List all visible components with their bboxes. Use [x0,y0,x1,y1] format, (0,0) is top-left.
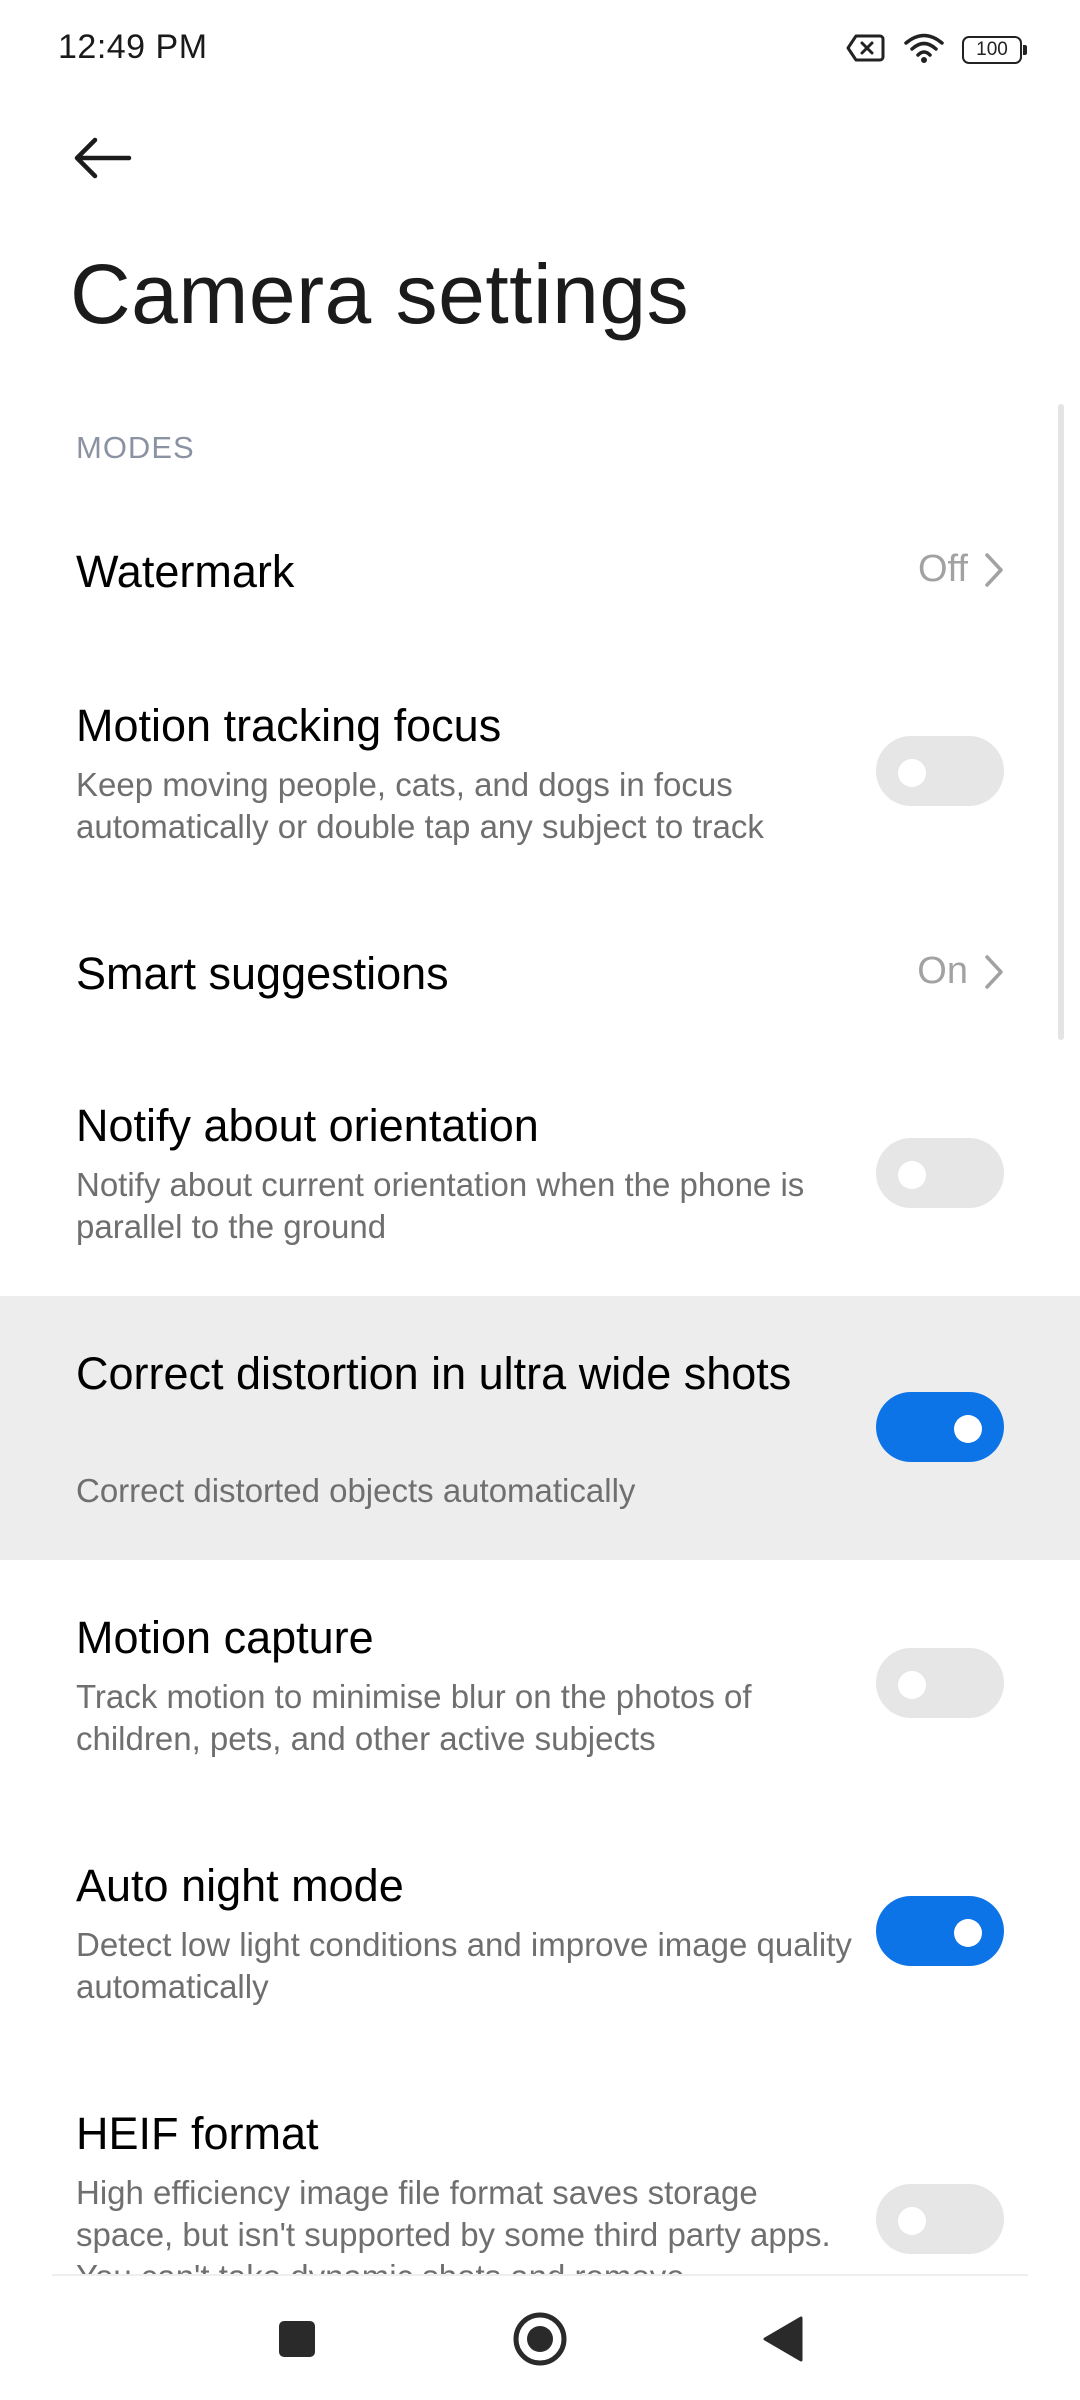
setting-notify-orientation[interactable]: Notify about orientation Notify about cu… [0,1078,1080,1258]
setting-description: Keep moving people, cats, and dogs in fo… [76,766,764,845]
setting-heif-format[interactable]: HEIF format High efficiency image file f… [0,2084,1080,2274]
camera-settings-screen: 12:49 PM 100 Camera settings MODES Water… [0,0,1080,2400]
back-triangle-icon [763,2316,803,2362]
back-button[interactable] [62,122,142,194]
status-icons: 100 [846,30,1027,70]
home-circle-icon [513,2312,567,2366]
setting-description: High efficiency image file format saves … [76,2174,831,2274]
toggle-knob [954,1919,982,1947]
motion-capture-toggle[interactable] [876,1648,1004,1718]
notify-orientation-toggle[interactable] [876,1138,1004,1208]
section-header-modes: MODES [76,430,195,465]
setting-title: Correct distortion in ultra wide shots [76,1348,792,1399]
setting-value: Off [918,548,1004,591]
navigation-bar [0,2276,1080,2400]
setting-motion-tracking-focus[interactable]: Motion tracking focus Keep moving people… [0,676,1080,856]
correct-distortion-toggle[interactable] [876,1392,1004,1462]
setting-title: HEIF format [76,2108,319,2159]
setting-title: Smart suggestions [76,948,449,999]
setting-title: Notify about orientation [76,1100,539,1151]
arrow-left-icon [74,137,132,179]
setting-value: On [917,950,1004,993]
toggle-knob [898,1671,926,1699]
battery-level: 100 [976,39,1008,60]
wifi-icon [904,32,944,69]
chevron-right-icon [985,954,1003,989]
setting-title: Motion capture [76,1612,374,1663]
setting-value-text: On [917,950,968,992]
setting-title: Watermark [76,546,295,597]
recents-square-icon [279,2321,315,2357]
home-button[interactable] [505,2304,575,2374]
toggle-knob [954,1415,982,1443]
page-title: Camera settings [70,247,690,341]
setting-correct-distortion[interactable]: Correct distortion in ultra wide shots C… [0,1296,1080,1560]
status-time: 12:49 PM [58,28,208,66]
status-bar: 12:49 PM 100 [0,0,1080,100]
battery-icon: 100 [962,36,1027,64]
setting-value-text: Off [918,548,968,590]
setting-description: Correct distorted objects automatically [76,1472,636,1509]
setting-description: Detect low light conditions and improve … [76,1926,852,2005]
toggle-knob [898,2207,926,2235]
setting-watermark[interactable]: Watermark Off [0,510,1080,636]
chevron-right-icon [985,552,1003,587]
toggle-knob [898,1161,926,1189]
setting-description: Track motion to minimise blur on the pho… [76,1678,752,1757]
heif-format-toggle[interactable] [876,2184,1004,2254]
motion-tracking-focus-toggle[interactable] [876,736,1004,806]
toggle-knob [898,759,926,787]
auto-night-mode-toggle[interactable] [876,1896,1004,1966]
setting-title: Motion tracking focus [76,700,502,751]
setting-motion-capture[interactable]: Motion capture Track motion to minimise … [0,1588,1080,1768]
setting-description: Notify about current orientation when th… [76,1166,805,1245]
recents-button[interactable] [262,2304,332,2374]
setting-title: Auto night mode [76,1860,404,1911]
setting-auto-night-mode[interactable]: Auto night mode Detect low light conditi… [0,1836,1080,2016]
sim-x-icon [846,33,886,68]
nav-back-button[interactable] [748,2304,818,2374]
setting-smart-suggestions[interactable]: Smart suggestions On [0,910,1080,1036]
